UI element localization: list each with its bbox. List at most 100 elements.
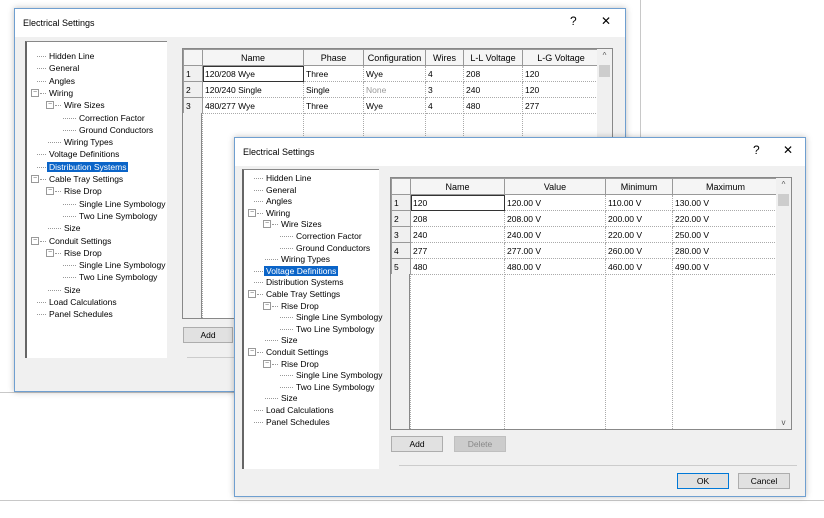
table-cell[interactable]: 110.00 V [605, 194, 673, 211]
tree-item[interactable]: − Cable Tray Settings [248, 288, 342, 300]
column-header[interactable]: Phase [303, 49, 364, 66]
table-cell[interactable]: Wye [363, 97, 426, 114]
cancel-button[interactable]: Cancel [738, 473, 790, 489]
column-header[interactable]: Name [410, 178, 505, 195]
tree-item[interactable]: Correction Factor [61, 112, 147, 124]
tree-item[interactable]: − Wire Sizes [46, 99, 107, 111]
tree-item[interactable]: − Wire Sizes [263, 218, 324, 230]
tree-item[interactable]: Angles [248, 195, 294, 207]
table-cell[interactable]: 120 [522, 81, 600, 98]
collapse-icon[interactable]: − [46, 248, 54, 257]
table-cell[interactable]: 130.00 V [672, 194, 779, 211]
table-cell[interactable]: 480.00 V [504, 258, 606, 275]
table-cell[interactable]: 280.00 V [672, 242, 779, 259]
table-cell[interactable]: 480/277 Wye [202, 97, 304, 114]
table-row[interactable]: 3 480/277 Wye Three Wye 4 480 277 [183, 97, 600, 114]
table-row[interactable]: 5 480 480.00 V 460.00 V 490.00 V [391, 258, 779, 275]
collapse-icon[interactable]: − [263, 220, 271, 229]
tree-item[interactable]: Two Line Symbology [278, 381, 376, 393]
tree-item[interactable]: Ground Conductors [278, 242, 372, 254]
table-row[interactable]: 1 120/208 Wye Three Wye 4 208 120 [183, 65, 600, 82]
tree-item[interactable]: − Wiring [248, 207, 292, 219]
column-header[interactable]: Value [504, 178, 606, 195]
tree-item[interactable]: Panel Schedules [31, 308, 115, 320]
tree-item[interactable]: General [248, 184, 298, 196]
table-cell[interactable]: 260.00 V [605, 242, 673, 259]
table-cell[interactable]: 480 [463, 97, 523, 114]
tree-item[interactable]: General [31, 62, 81, 74]
tree-item[interactable]: Correction Factor [278, 230, 364, 242]
tree-item[interactable]: Voltage Definitions [31, 148, 121, 160]
tree-item[interactable]: − Conduit Settings [31, 235, 113, 247]
row-number[interactable]: 3 [391, 226, 411, 243]
close-button[interactable]: ✕ [783, 143, 793, 157]
scroll-thumb[interactable] [778, 194, 789, 206]
tree-item[interactable]: − Cable Tray Settings [31, 173, 125, 185]
collapse-icon[interactable]: − [248, 290, 256, 298]
column-header[interactable]: L-G Voltage [522, 49, 600, 66]
row-number[interactable]: 1 [391, 194, 411, 211]
table-row[interactable]: 4 277 277.00 V 260.00 V 280.00 V [391, 242, 779, 259]
table-cell[interactable]: 240 [463, 81, 523, 98]
tree-item[interactable]: Two Line Symbology [61, 271, 159, 283]
table-cell[interactable]: 208 [463, 65, 523, 82]
collapse-icon[interactable]: − [31, 88, 39, 97]
tree-item[interactable]: Single Line Symbology [61, 259, 167, 271]
collapse-icon[interactable]: − [31, 175, 39, 183]
help-button[interactable]: ? [570, 14, 577, 28]
voltage-definitions-grid[interactable]: Name Value Minimum Maximum 1 120 120.00 V 110.0… [390, 177, 792, 430]
ok-button[interactable]: OK [677, 473, 729, 489]
table-row[interactable]: 1 120 120.00 V 110.00 V 130.00 V [391, 194, 779, 211]
vertical-scrollbar[interactable]: ^ v [776, 178, 791, 429]
tree-item[interactable]: − Rise Drop [46, 185, 104, 197]
tree-item[interactable]: Panel Schedules [248, 416, 332, 428]
table-cell[interactable]: 250.00 V [672, 226, 779, 243]
row-number[interactable]: 2 [183, 81, 203, 98]
tree-item[interactable]: Size [46, 222, 83, 234]
table-cell[interactable]: 490.00 V [672, 258, 779, 275]
tree-item[interactable]: − Wiring [31, 87, 75, 99]
table-cell[interactable]: 277 [410, 242, 505, 259]
tree-item[interactable]: − Rise Drop [46, 247, 104, 259]
row-number[interactable]: 4 [391, 242, 411, 259]
tree-item[interactable]: Two Line Symbology [278, 323, 376, 335]
table-cell[interactable]: 460.00 V [605, 258, 673, 275]
scroll-down-icon[interactable]: v [776, 418, 791, 427]
tree-item[interactable]: Wiring Types [46, 136, 115, 148]
row-number[interactable]: 1 [183, 65, 203, 82]
settings-tree[interactable]: Hidden Line General Angles − Wiring − Wire Siz… [242, 169, 382, 469]
scroll-thumb[interactable] [599, 65, 610, 77]
collapse-icon[interactable]: − [248, 208, 256, 217]
table-cell[interactable]: Wye [363, 65, 426, 82]
collapse-icon[interactable]: − [46, 101, 54, 110]
tree-item[interactable]: Two Line Symbology [61, 210, 159, 222]
tree-item[interactable]: Distribution Systems [31, 161, 129, 173]
table-cell[interactable]: 480 [410, 258, 505, 275]
collapse-icon[interactable]: − [31, 236, 39, 245]
tree-item[interactable]: Hidden Line [248, 172, 313, 184]
tree-item[interactable]: − Conduit Settings [248, 346, 330, 358]
table-cell[interactable]: 120 [522, 65, 600, 82]
tree-item[interactable]: Load Calculations [31, 296, 119, 308]
tree-item[interactable]: Ground Conductors [61, 124, 155, 136]
table-cell[interactable]: 220.00 V [605, 226, 673, 243]
table-cell[interactable]: Three [303, 65, 364, 82]
table-cell[interactable]: 120/208 Wye [202, 65, 304, 82]
table-row[interactable]: 2 208 208.00 V 200.00 V 220.00 V [391, 210, 779, 227]
tree-item[interactable]: Single Line Symbology [278, 369, 384, 381]
scroll-up-icon[interactable]: ^ [776, 180, 791, 189]
table-cell[interactable]: 120/240 Single [202, 81, 304, 98]
column-header[interactable]: L-L Voltage [463, 49, 523, 66]
table-cell[interactable]: 240 [410, 226, 505, 243]
add-button[interactable]: Add [183, 327, 233, 343]
tree-item[interactable]: Load Calculations [248, 404, 336, 416]
table-cell[interactable]: 200.00 V [605, 210, 673, 227]
column-header[interactable]: Minimum [605, 178, 673, 195]
row-number[interactable]: 3 [183, 97, 203, 114]
collapse-icon[interactable]: − [248, 348, 256, 356]
row-number[interactable]: 5 [391, 258, 411, 275]
collapse-icon[interactable]: − [263, 301, 271, 310]
tree-item[interactable]: Voltage Definitions [248, 265, 339, 277]
table-row[interactable]: 3 240 240.00 V 220.00 V 250.00 V [391, 226, 779, 243]
table-cell[interactable]: 3 [425, 81, 464, 98]
